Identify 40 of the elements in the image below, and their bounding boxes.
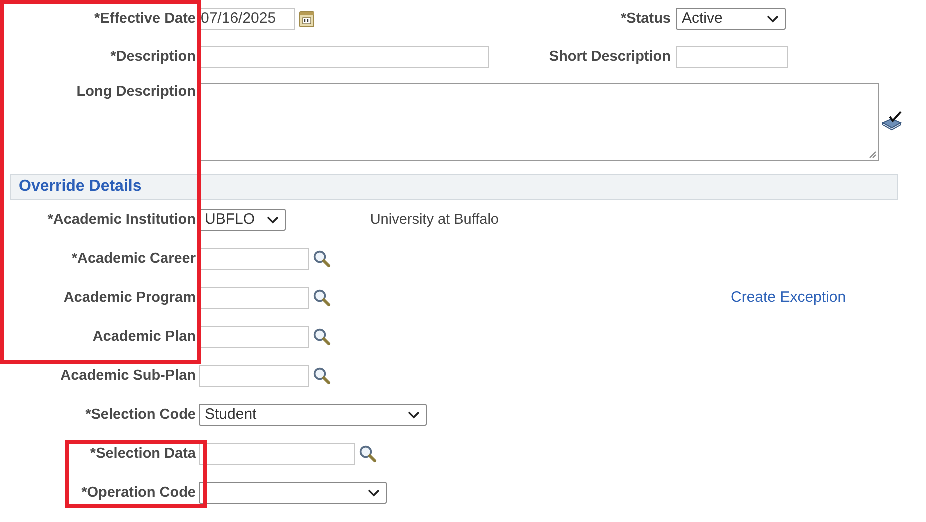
search-icon[interactable] xyxy=(313,250,331,268)
field-label: *Operation Code xyxy=(82,484,196,500)
calendar-icon[interactable] xyxy=(299,10,315,28)
search-icon[interactable] xyxy=(359,444,377,462)
lookup-field[interactable] xyxy=(199,326,309,348)
institution-name: University at Buffalo xyxy=(370,212,499,228)
search-icon[interactable] xyxy=(313,328,331,346)
lookup-field[interactable] xyxy=(199,286,309,308)
dropdown[interactable]: Student xyxy=(199,404,427,426)
resize-grip-icon[interactable] xyxy=(869,151,877,159)
field-label: Academic Sub-Plan xyxy=(60,368,196,384)
create-exception-link[interactable]: Create Exception xyxy=(731,289,846,306)
chevron-icon xyxy=(368,488,380,496)
search-icon[interactable] xyxy=(313,366,331,384)
text-field[interactable] xyxy=(676,46,788,68)
field-label: *Selection Data xyxy=(90,446,196,462)
field-label: *Effective Date xyxy=(94,10,196,26)
text-field[interactable] xyxy=(199,46,489,68)
section-title: Override Details xyxy=(19,178,142,196)
dropdown[interactable] xyxy=(199,482,387,504)
date-field[interactable]: 07/16/2025 xyxy=(199,8,295,30)
field-label: Short Description xyxy=(548,48,672,64)
dropdown[interactable]: UBFLO xyxy=(199,208,286,230)
chevron-icon xyxy=(267,216,280,224)
field-label: *Academic Institution xyxy=(48,212,196,228)
field-label: *Status xyxy=(620,10,672,26)
field-label: *Description xyxy=(110,48,196,64)
field-label: Academic Program xyxy=(64,290,196,306)
chevron-icon xyxy=(767,14,779,22)
field-label: *Selection Code xyxy=(86,406,196,422)
field-label: Academic Plan xyxy=(92,328,196,344)
field-label: Long Description xyxy=(76,84,196,100)
spellcheck-icon[interactable] xyxy=(881,111,903,131)
lookup-field[interactable] xyxy=(199,442,355,464)
dropdown[interactable]: Active xyxy=(676,8,786,30)
field-label: *Academic Career xyxy=(72,250,196,266)
lookup-field[interactable] xyxy=(199,364,309,386)
lookup-field[interactable] xyxy=(199,248,309,270)
search-icon[interactable] xyxy=(313,288,331,306)
chevron-icon xyxy=(408,410,420,418)
